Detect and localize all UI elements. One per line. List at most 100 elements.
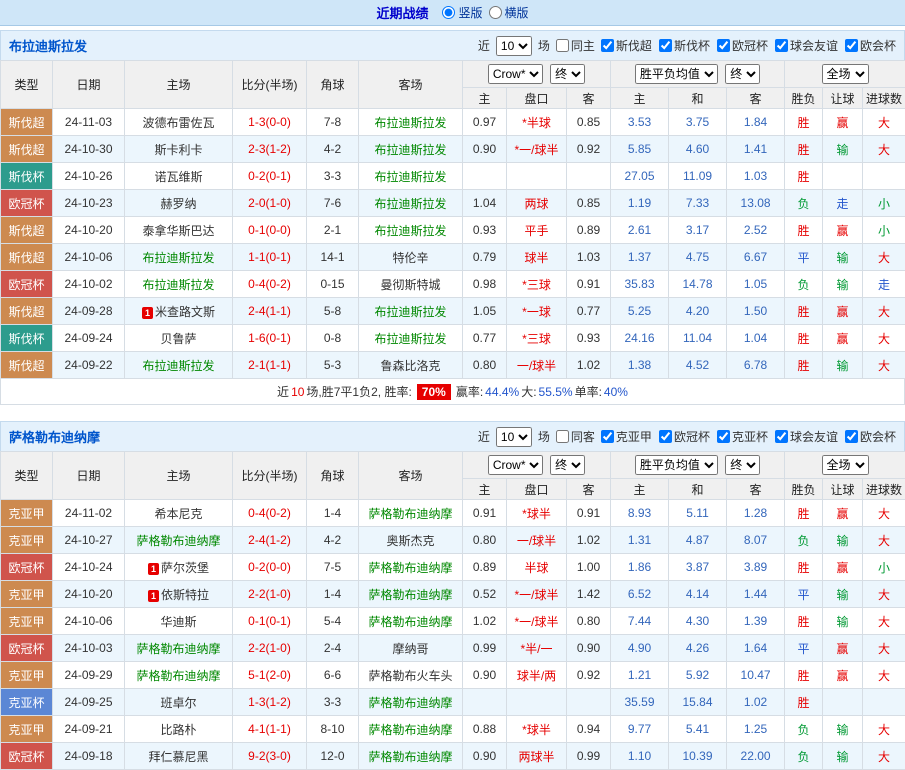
away-team-name[interactable]: 布拉迪斯拉发 — [374, 305, 446, 319]
corner-score: 1-4 — [307, 500, 359, 527]
avg-lose-odds: 1.39 — [727, 608, 785, 635]
home-team-name[interactable]: 布拉迪斯拉发 — [142, 251, 214, 265]
avg-win-odds: 1.86 — [611, 554, 669, 581]
league-filter[interactable]: 欧会杯 — [845, 428, 896, 445]
avg-lose-odds: 1.04 — [727, 325, 785, 352]
league-filter[interactable]: 欧会杯 — [845, 37, 896, 54]
odds-company-select[interactable]: Crow* — [488, 64, 543, 84]
same-venue-filter[interactable]: 同主 — [556, 37, 595, 54]
away-team-name[interactable]: 布拉迪斯拉发 — [374, 116, 446, 130]
handicap-mark: 赢 — [823, 109, 863, 136]
away-team-name[interactable]: 布拉迪斯拉发 — [374, 170, 446, 184]
away-team-name[interactable]: 萨格勒布迪纳摩 — [368, 588, 452, 602]
goals-mark: 大 — [863, 244, 905, 271]
league-filter[interactable]: 欧冠杯 — [659, 428, 710, 445]
away-team-name[interactable]: 萨格勒布迪纳摩 — [368, 561, 452, 575]
match-date: 24-10-24 — [53, 554, 125, 581]
avg-final-select[interactable]: 终 — [725, 64, 760, 84]
away-team-name[interactable]: 布拉迪斯拉发 — [374, 143, 446, 157]
match-score: 1-3(0-0) — [233, 109, 307, 136]
match-date: 24-11-02 — [53, 500, 125, 527]
league-filter-checkbox[interactable] — [717, 39, 730, 52]
layout-horizontal-option[interactable]: 横版 — [489, 4, 529, 21]
home-team-cell: 布拉迪斯拉发 — [125, 244, 233, 271]
result-mark: 胜 — [785, 163, 823, 190]
result-mark: 负 — [785, 527, 823, 554]
league-filter[interactable]: 克亚杯 — [717, 428, 768, 445]
league-filter[interactable]: 欧冠杯 — [717, 37, 768, 54]
away-team-name[interactable]: 布拉迪斯拉发 — [374, 332, 446, 346]
home-team-cell: 1萨尔茨堡 — [125, 554, 233, 581]
away-team-name[interactable]: 萨格勒布迪纳摩 — [368, 696, 452, 710]
summary-text: 大: — [521, 383, 536, 400]
avg-lose-odds: 1.44 — [727, 581, 785, 608]
away-team-name[interactable]: 布拉迪斯拉发 — [374, 197, 446, 211]
home-team-name: 比路朴 — [160, 723, 196, 737]
avg-win-odds: 8.93 — [611, 500, 669, 527]
league-filter-checkbox[interactable] — [845, 39, 858, 52]
league-filter[interactable]: 斯伐杯 — [659, 37, 710, 54]
layout-vertical-option[interactable]: 竖版 — [442, 4, 482, 21]
same-venue-filter[interactable]: 同客 — [556, 428, 595, 445]
away-team-name[interactable]: 萨格勒布迪纳摩 — [368, 750, 452, 764]
league-badge: 斯伐杯 — [1, 163, 53, 190]
scope-select[interactable]: 全场 — [822, 64, 869, 84]
home-team-name[interactable]: 萨格勒布迪纳摩 — [136, 642, 220, 656]
games-count-select[interactable]: 10 — [496, 427, 532, 447]
sub-header-result: 胜负 — [785, 88, 823, 109]
away-team-name[interactable]: 萨格勒布迪纳摩 — [368, 507, 452, 521]
home-team-name[interactable]: 萨格勒布迪纳摩 — [136, 669, 220, 683]
goals-mark: 走 — [863, 271, 905, 298]
avg-final-select[interactable]: 终 — [725, 455, 760, 475]
match-row: 克亚甲24-11-02希本尼克0-4(0-2)1-4萨格勒布迪纳摩0.91*球半… — [1, 500, 905, 527]
league-filter[interactable]: 克亚甲 — [601, 428, 652, 445]
home-team-name[interactable]: 布拉迪斯拉发 — [142, 278, 214, 292]
goals-mark: 小 — [863, 554, 905, 581]
handicap-line: 一/球半 — [507, 352, 567, 379]
home-team-name[interactable]: 布拉迪斯拉发 — [142, 359, 214, 373]
scope-select[interactable]: 全场 — [822, 455, 869, 475]
away-team-name[interactable]: 萨格勒布迪纳摩 — [368, 723, 452, 737]
horizontal-radio[interactable] — [489, 6, 502, 19]
odds-company-select[interactable]: Crow* — [488, 455, 543, 475]
handicap-mark: 赢 — [823, 662, 863, 689]
avg-odds-select[interactable]: 胜平负均值 — [635, 64, 718, 84]
league-filter-checkbox[interactable] — [775, 39, 788, 52]
same-venue-checkbox[interactable] — [556, 430, 569, 443]
odds-final-select[interactable]: 终 — [550, 455, 585, 475]
home-team-cell: 萨格勒布迪纳摩 — [125, 662, 233, 689]
league-filter-checkbox[interactable] — [601, 39, 614, 52]
home-team-cell: 班卓尔 — [125, 689, 233, 716]
away-team-name[interactable]: 萨格勒布迪纳摩 — [368, 615, 452, 629]
same-venue-checkbox[interactable] — [556, 39, 569, 52]
result-mark: 胜 — [785, 662, 823, 689]
result-mark: 胜 — [785, 352, 823, 379]
league-filter-checkbox[interactable] — [845, 430, 858, 443]
goals-mark: 大 — [863, 109, 905, 136]
away-team-name[interactable]: 布拉迪斯拉发 — [374, 224, 446, 238]
avg-odds-select[interactable]: 胜平负均值 — [635, 455, 718, 475]
vertical-radio[interactable] — [442, 6, 455, 19]
league-filter[interactable]: 斯伐超 — [601, 37, 652, 54]
league-filter-checkbox[interactable] — [775, 430, 788, 443]
avg-lose-odds: 1.05 — [727, 271, 785, 298]
league-filter-checkbox[interactable] — [659, 39, 672, 52]
home-team-name[interactable]: 萨格勒布迪纳摩 — [136, 534, 220, 548]
games-count-select[interactable]: 10 — [496, 36, 532, 56]
avg-lose-odds: 6.67 — [727, 244, 785, 271]
avg-win-odds: 7.44 — [611, 608, 669, 635]
avg-draw-odds: 11.04 — [669, 325, 727, 352]
sub-header-away-odds: 客 — [567, 88, 611, 109]
match-score: 1-6(0-1) — [233, 325, 307, 352]
league-filter[interactable]: 球会友谊 — [775, 428, 838, 445]
result-mark: 胜 — [785, 689, 823, 716]
away-team-name: 特伦辛 — [392, 251, 428, 265]
league-filter[interactable]: 球会友谊 — [775, 37, 838, 54]
league-filter-checkbox[interactable] — [659, 430, 672, 443]
home-team-cell: 希本尼克 — [125, 500, 233, 527]
corner-score: 5-4 — [307, 608, 359, 635]
league-filter-checkbox[interactable] — [717, 430, 730, 443]
league-filter-checkbox[interactable] — [601, 430, 614, 443]
odds-final-select[interactable]: 终 — [550, 64, 585, 84]
league-filter-label: 克亚杯 — [732, 428, 768, 445]
